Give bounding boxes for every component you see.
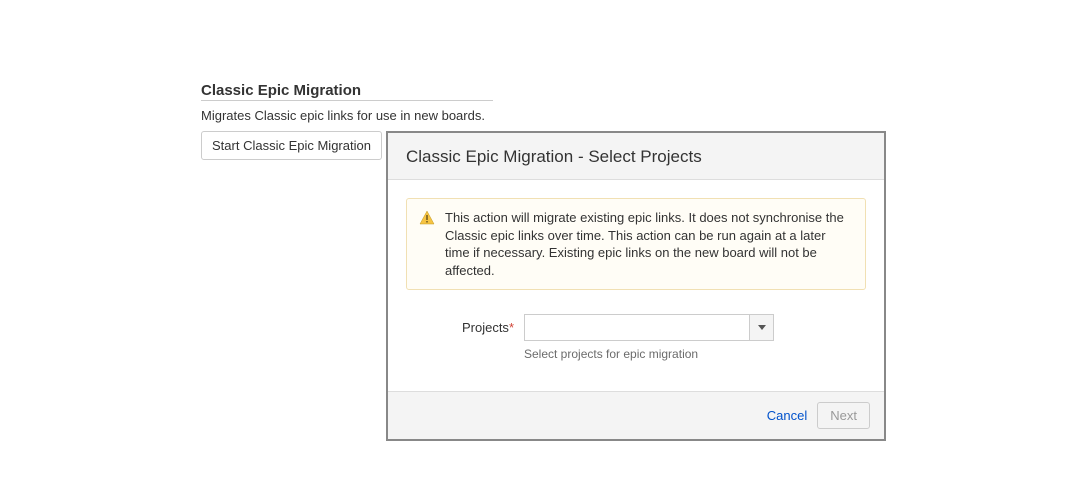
- title-divider: [201, 100, 493, 101]
- warning-message: This action will migrate existing epic l…: [406, 198, 866, 290]
- dialog-body: This action will migrate existing epic l…: [388, 180, 884, 391]
- next-button[interactable]: Next: [817, 402, 870, 429]
- chevron-down-icon: [758, 325, 766, 330]
- projects-label: Projects*: [454, 314, 524, 335]
- projects-input[interactable]: [525, 315, 749, 340]
- dialog-footer: Cancel Next: [388, 391, 884, 439]
- select-projects-dialog: Classic Epic Migration - Select Projects…: [386, 131, 886, 441]
- dialog-header: Classic Epic Migration - Select Projects: [388, 133, 884, 180]
- projects-hint: Select projects for epic migration: [524, 347, 866, 361]
- cancel-button[interactable]: Cancel: [767, 408, 807, 423]
- start-classic-epic-migration-button[interactable]: Start Classic Epic Migration: [201, 131, 382, 160]
- projects-field-row: Projects* Select projects for epic migra…: [406, 314, 866, 361]
- projects-dropdown-trigger[interactable]: [749, 315, 773, 340]
- projects-select[interactable]: [524, 314, 774, 341]
- projects-label-text: Projects: [462, 320, 509, 335]
- page-title: Classic Epic Migration: [201, 82, 361, 99]
- dialog-title: Classic Epic Migration - Select Projects: [406, 147, 866, 167]
- warning-text: This action will migrate existing epic l…: [445, 209, 853, 279]
- page-description: Migrates Classic epic links for use in n…: [201, 108, 485, 123]
- required-indicator: *: [509, 320, 514, 335]
- warning-icon: [419, 210, 435, 229]
